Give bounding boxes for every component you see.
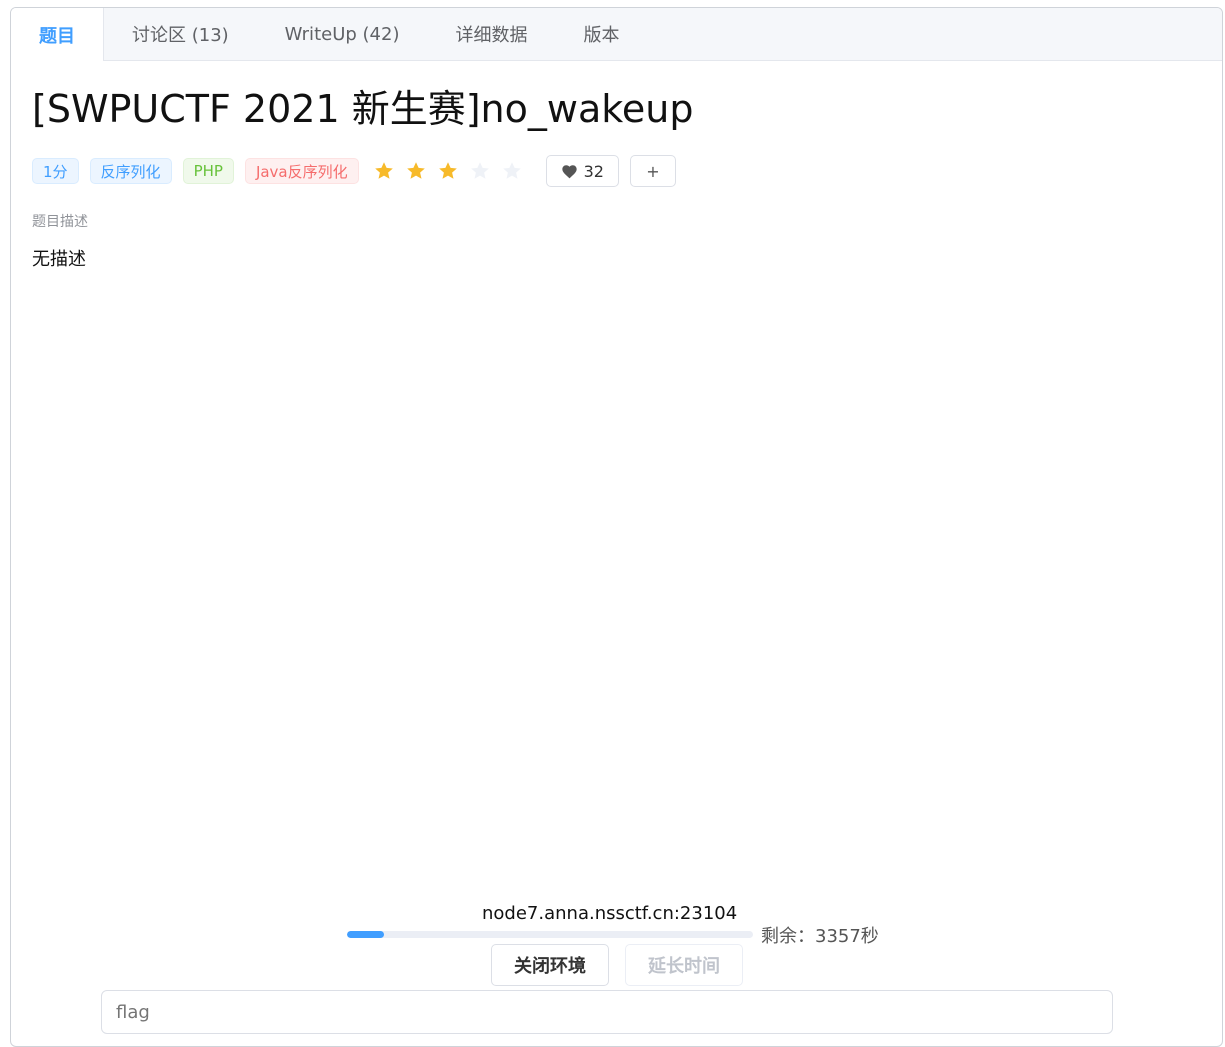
tab-details[interactable]: 详细数据	[427, 8, 555, 60]
problem-card: 题目 讨论区 (13) WriteUp (42) 详细数据 版本 [SWPUCT…	[10, 7, 1223, 1047]
tag-score[interactable]: 1分	[32, 158, 79, 184]
meta-row: 1分 反序列化 PHP Java反序列化 32 +	[32, 155, 1201, 187]
tab-writeup[interactable]: WriteUp (42)	[257, 8, 428, 60]
add-button[interactable]: +	[629, 155, 676, 187]
tab-version[interactable]: 版本	[555, 8, 647, 60]
tag-java-deserialization[interactable]: Java反序列化	[244, 158, 359, 184]
heart-icon	[561, 164, 577, 178]
tab-discussion[interactable]: 讨论区 (13)	[104, 8, 257, 60]
environment-address[interactable]: node7.anna.nssctf.cn:23104	[482, 903, 737, 924]
tag-php[interactable]: PHP	[182, 158, 234, 184]
time-progress-fill	[347, 931, 384, 938]
flag-input[interactable]	[101, 990, 1113, 1034]
description-label: 题目描述	[32, 214, 88, 230]
star-filled-icon[interactable]	[406, 161, 426, 181]
star-filled-icon[interactable]	[438, 161, 458, 181]
like-count: 32	[583, 161, 604, 181]
like-button[interactable]: 32	[545, 155, 619, 187]
tab-bar: 题目 讨论区 (13) WriteUp (42) 详细数据 版本	[11, 8, 1222, 61]
star-filled-icon[interactable]	[374, 161, 394, 181]
star-empty-icon[interactable]	[502, 161, 522, 181]
description-text: 无描述	[32, 249, 86, 270]
problem-content: [SWPUCTF 2021 新生赛]no_wakeup 1分 反序列化 PHP …	[11, 83, 1222, 271]
remaining-time: 剩余：3357秒	[761, 926, 879, 947]
star-rating[interactable]	[374, 161, 534, 181]
star-empty-icon[interactable]	[470, 161, 490, 181]
problem-title: [SWPUCTF 2021 新生赛]no_wakeup	[32, 87, 694, 131]
time-progress-bar	[347, 931, 753, 938]
extend-time-button[interactable]: 延长时间	[625, 944, 743, 986]
close-environment-button[interactable]: 关闭环境	[491, 944, 609, 986]
tag-deserialization[interactable]: 反序列化	[89, 158, 172, 184]
tab-problem[interactable]: 题目	[11, 8, 104, 61]
